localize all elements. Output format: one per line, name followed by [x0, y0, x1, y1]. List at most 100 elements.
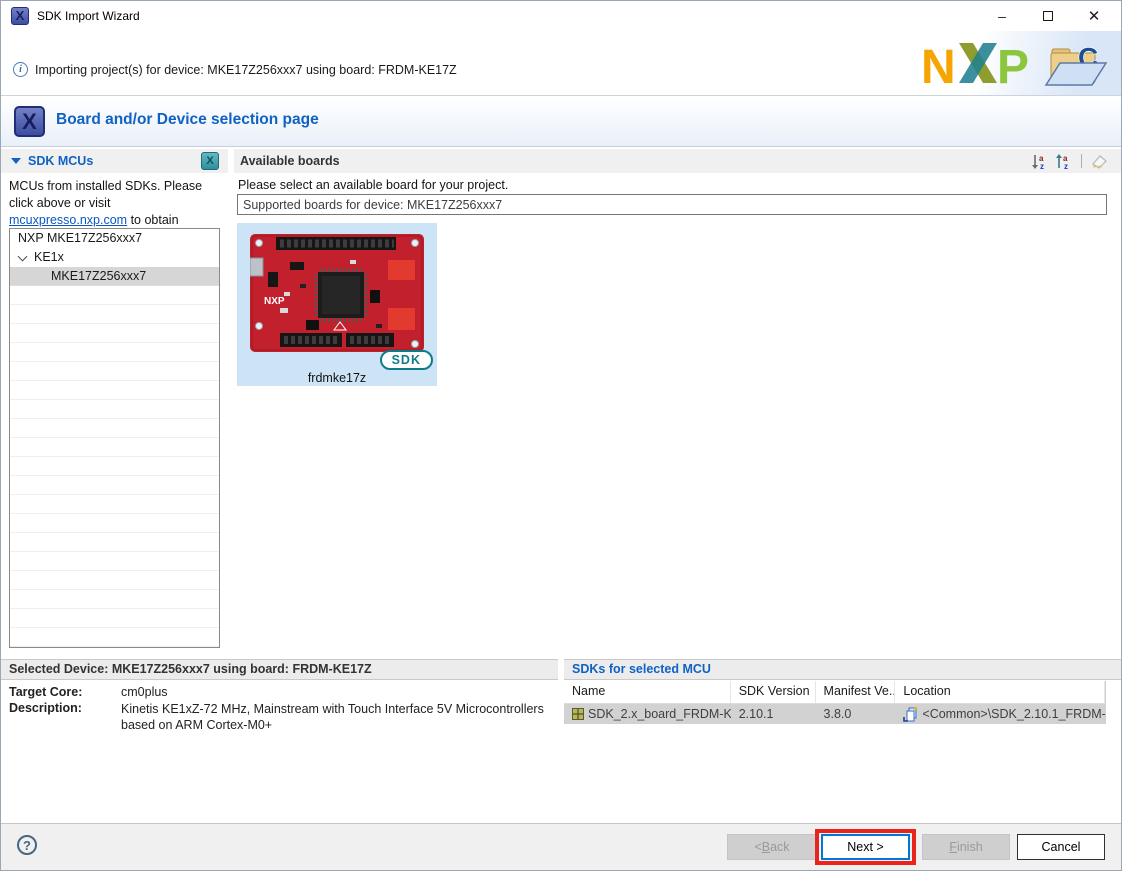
svg-text:z: z	[1040, 162, 1044, 170]
eraser-icon	[1090, 153, 1109, 169]
sort-az-down-icon: a z	[1031, 153, 1049, 170]
tree-empty-row	[10, 457, 219, 476]
finish-button: Finish	[922, 834, 1010, 860]
finish-label-post: inish	[957, 840, 983, 854]
sdk-mcus-header[interactable]: SDK MCUs X	[1, 149, 228, 173]
tree-empty-row	[10, 495, 219, 514]
sdk-badge: SDK	[380, 350, 433, 370]
back-button: < Back	[727, 834, 817, 860]
nxp-logo: N P	[921, 39, 1041, 94]
tree-empty-row	[10, 324, 219, 343]
tree-empty-row	[10, 343, 219, 362]
tree-empty-row	[10, 381, 219, 400]
tree-empty-row	[10, 514, 219, 533]
back-label-pre: <	[754, 840, 761, 854]
sdk-package-icon	[572, 708, 584, 720]
tree-empty-row	[10, 571, 219, 590]
banner: i Importing project(s) for device: MKE17…	[1, 31, 1121, 96]
tree-empty-row	[10, 476, 219, 495]
selected-device-header: Selected Device: MKE17Z256xxx7 using boa…	[1, 659, 558, 680]
target-core-value: cm0plus	[121, 685, 168, 699]
board-silkscreen-nxp: NXP	[264, 296, 285, 307]
maximize-icon	[1043, 11, 1053, 21]
sdk-mcus-close-button[interactable]: X	[201, 152, 219, 170]
import-folder-icon: C	[1044, 37, 1114, 96]
help-button[interactable]: ?	[17, 835, 37, 855]
back-label-mn: B	[762, 840, 770, 854]
sort-ascending-button[interactable]: a z	[1054, 151, 1074, 171]
sdks-table: Name SDK Version Manifest Ve... Location…	[564, 681, 1106, 724]
tree-empty-row	[10, 419, 219, 438]
tree-empty-row	[10, 590, 219, 609]
maximize-button[interactable]	[1027, 1, 1069, 31]
sdk-version: 2.10.1	[731, 707, 816, 721]
finish-label-mn: F	[949, 840, 957, 854]
wizard-page-icon: X	[14, 106, 45, 137]
tree-empty-row	[10, 533, 219, 552]
clear-filter-button[interactable]	[1089, 151, 1109, 171]
available-boards-header: Available boards a z a z	[234, 149, 1122, 173]
mcuxpresso-link[interactable]: mcuxpresso.nxp.com	[9, 213, 127, 227]
next-annotation-box: Next >	[815, 829, 916, 865]
chevron-down-icon	[18, 252, 28, 262]
sort-descending-button[interactable]: a z	[1030, 151, 1050, 171]
collapse-triangle-icon	[11, 158, 21, 164]
tree-empty-row	[10, 609, 219, 628]
column-name[interactable]: Name	[564, 681, 731, 703]
board-tile-frdmke17z[interactable]: NXP SDK frdmke17z	[237, 223, 437, 386]
column-sdk-version[interactable]: SDK Version	[731, 681, 816, 703]
tree-empty-row	[10, 286, 219, 305]
column-manifest-version[interactable]: Manifest Ve...	[816, 681, 896, 703]
tree-item-label: KE1x	[34, 250, 64, 264]
title-bar: X SDK Import Wizard – ✕	[1, 1, 1121, 31]
tree-empty-row	[10, 400, 219, 419]
window-title: SDK Import Wizard	[37, 9, 140, 23]
button-bar: ? < Back Next > Finish Cancel	[1, 824, 1121, 871]
svg-text:z: z	[1064, 162, 1068, 170]
sdk-import-wizard-window: X SDK Import Wizard – ✕ i Importing proj…	[0, 0, 1122, 871]
sdk-location: <Common>\SDK_2.10.1_FRDM-KE17Z	[922, 707, 1105, 721]
tree-empty-row	[10, 362, 219, 381]
target-core-label: Target Core:	[9, 685, 82, 699]
minimize-button[interactable]: –	[981, 1, 1023, 31]
tree-empty-row	[10, 552, 219, 571]
next-label-mn: N	[847, 840, 856, 854]
board-photo: NXP	[250, 234, 424, 355]
tree-empty-row	[10, 438, 219, 457]
boards-hint: Please select an available board for you…	[238, 178, 508, 192]
page-title: Board and/or Device selection page	[56, 111, 319, 129]
board-filter-input[interactable]	[237, 194, 1107, 215]
close-button[interactable]: ✕	[1073, 1, 1115, 31]
wizard-header: X Board and/or Device selection page	[1, 97, 1121, 147]
toolbar-separator	[1081, 154, 1082, 168]
banner-message: Importing project(s) for device: MKE17Z2…	[35, 63, 457, 77]
tree-item-mke17z-selected[interactable]: MKE17Z256xxx7	[10, 267, 219, 286]
cancel-button[interactable]: Cancel	[1017, 834, 1105, 860]
next-label-post: ext >	[856, 840, 883, 854]
close-icon: ✕	[1088, 7, 1101, 25]
tree-item-nxp-device[interactable]: NXP MKE17Z256xxx7	[10, 229, 219, 248]
back-label-post: ack	[770, 840, 789, 854]
sdk-manifest-version: 3.8.0	[816, 707, 896, 721]
sdk-mcus-title: SDK MCUs	[28, 154, 93, 168]
sdks-table-header: Name SDK Version Manifest Ve... Location	[564, 681, 1105, 704]
tree-empty-row	[10, 628, 219, 647]
available-boards-title: Available boards	[240, 154, 340, 168]
mcu-tree: NXP MKE17Z256xxx7 KE1x MKE17Z256xxx7	[9, 228, 220, 648]
next-button[interactable]: Next >	[821, 834, 910, 860]
nxp-letter-n: N	[921, 41, 956, 91]
sort-az-up-icon: a z	[1055, 153, 1073, 170]
app-icon: X	[11, 7, 29, 25]
board-name-label: frdmke17z	[237, 371, 437, 385]
location-copy-icon	[903, 707, 918, 722]
minimize-icon: –	[998, 8, 1006, 24]
column-location[interactable]: Location	[895, 681, 1105, 703]
tree-item-ke1x[interactable]: KE1x	[10, 248, 219, 267]
sdk-row-selected[interactable]: SDK_2.x_board_FRDM-KE17Z 2.10.1 3.8.0 <C…	[564, 704, 1105, 724]
description-label: Description:	[9, 701, 82, 715]
desc-text-1: MCUs from installed SDKs. Please click a…	[9, 179, 202, 210]
sdk-name: SDK_2.x_board_FRDM-KE17Z	[588, 707, 731, 721]
sdks-header: SDKs for selected MCU	[564, 659, 1122, 680]
tree-empty-row	[10, 305, 219, 324]
description-value: Kinetis KE1xZ-72 MHz, Mainstream with To…	[121, 701, 561, 733]
